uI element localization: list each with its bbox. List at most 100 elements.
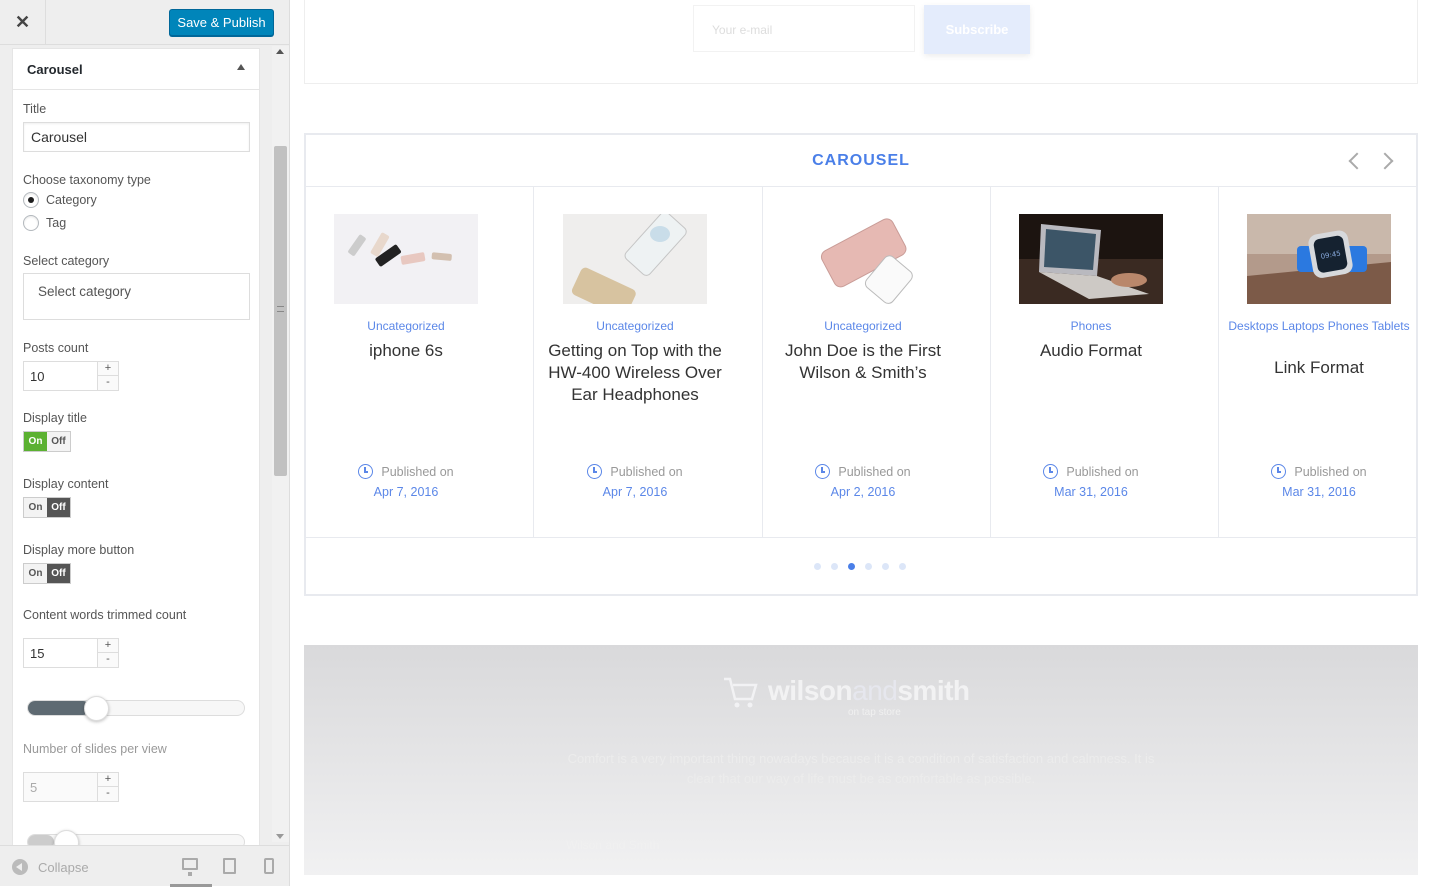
post-title-link[interactable]: Audio Format <box>1001 340 1181 362</box>
clock-icon <box>587 464 603 479</box>
display-title-label: Display title <box>23 411 87 425</box>
panel-scrollbar[interactable] <box>272 46 289 842</box>
post-title-link[interactable]: John Doe is the First Wilson & Smith’s <box>773 340 953 384</box>
panel-header: ✕ Save & Publish <box>0 0 289 45</box>
post-title-link[interactable]: Link Format <box>1229 357 1409 379</box>
toggle-on[interactable]: On <box>24 432 47 451</box>
tablet-icon[interactable] <box>223 858 236 874</box>
post-category-link[interactable]: Uncategorized <box>535 318 735 334</box>
save-publish-button[interactable]: Save & Publish <box>169 9 274 36</box>
published-date[interactable]: Apr 2, 2016 <box>831 485 896 499</box>
slides-per-view-value: 5 <box>30 780 38 795</box>
slider-fill <box>28 701 90 715</box>
post-date: Published on Mar 31, 2016 <box>991 462 1191 502</box>
title-label: Title <box>23 102 47 116</box>
clock-icon <box>358 464 374 479</box>
display-title-toggle[interactable]: On Off <box>23 431 71 452</box>
toggle-on[interactable]: On <box>24 564 47 583</box>
toggle-off[interactable]: Off <box>47 498 70 517</box>
subscribe-email-input[interactable]: Your e-mail <box>693 5 915 52</box>
pagination-dot[interactable] <box>814 563 821 570</box>
toggle-off[interactable]: Off <box>47 432 70 451</box>
published-label: Published on <box>1066 465 1139 479</box>
customizer-panel: ✕ Save & Publish Carousel Title Carousel… <box>0 0 290 887</box>
increment-button[interactable]: + <box>97 773 118 787</box>
scroll-grip-icon <box>277 306 284 312</box>
trim-count-slider[interactable] <box>27 696 245 721</box>
footer-tagline: on tap store <box>848 707 901 718</box>
post-category-link[interactable]: Uncategorized <box>306 318 506 334</box>
post-category-link[interactable]: Uncategorized <box>763 318 963 334</box>
post-thumbnail[interactable] <box>791 214 935 304</box>
post-title-link[interactable]: Getting on Top with the HW-400 Wireless … <box>545 340 725 406</box>
carousel-card[interactable]: 09:45 Desktops Laptops Phones Tablets Li… <box>1219 187 1433 537</box>
post-thumbnail[interactable] <box>334 214 478 304</box>
display-more-toggle[interactable]: On Off <box>23 563 71 584</box>
site-preview: Your e-mail Subscribe CAROUSEL Uncategor… <box>290 0 1433 886</box>
slides-per-view-stepper[interactable]: 5 + - <box>23 772 119 802</box>
pagination-dot[interactable] <box>831 563 838 570</box>
carousel-widget-form: Carousel Title Carousel Choose taxonomy … <box>12 48 260 886</box>
brand-mid: and <box>852 675 898 706</box>
decrement-button[interactable]: - <box>97 376 118 390</box>
mobile-icon[interactable] <box>264 858 274 874</box>
pagination-dot[interactable] <box>848 563 855 570</box>
pagination-dot[interactable] <box>899 563 906 570</box>
increment-button[interactable]: + <box>97 639 118 653</box>
brand-last: smith <box>897 675 970 706</box>
collapse-arrow-icon <box>12 859 28 875</box>
footer-logo[interactable]: wilsonandsmith <box>722 673 970 709</box>
post-category-link[interactable]: Desktops Laptops Phones Tablets <box>1219 318 1419 334</box>
collapse-arrow-icon[interactable] <box>237 64 245 70</box>
published-date[interactable]: Apr 7, 2016 <box>603 485 668 499</box>
carousel-card[interactable]: Uncategorized John Doe is the First Wils… <box>763 187 991 537</box>
published-date[interactable]: Mar 31, 2016 <box>1054 485 1128 499</box>
scroll-down-icon[interactable] <box>276 834 284 839</box>
carousel-card[interactable]: Uncategorized iphone 6s Published on Apr… <box>306 187 534 537</box>
carousel-card[interactable]: Uncategorized Getting on Top with the HW… <box>535 187 763 537</box>
widget-title: Carousel <box>27 62 83 77</box>
increment-button[interactable]: + <box>97 362 118 376</box>
post-category-link[interactable]: Phones <box>991 318 1191 334</box>
widget-header[interactable]: Carousel <box>13 49 259 90</box>
post-date: Published on Apr 7, 2016 <box>535 462 735 502</box>
trim-count-stepper[interactable]: 15 + - <box>23 638 119 668</box>
scroll-up-icon[interactable] <box>276 49 284 54</box>
pagination-dot[interactable] <box>882 563 889 570</box>
decrement-button[interactable]: - <box>97 787 118 801</box>
radio-tag[interactable] <box>23 215 39 231</box>
decrement-button[interactable]: - <box>97 653 118 667</box>
carousel-card[interactable]: Phones Audio Format Published on Mar 31,… <box>991 187 1219 537</box>
post-thumbnail[interactable] <box>1019 214 1163 304</box>
toggle-off[interactable]: Off <box>47 564 70 583</box>
pagination-dot[interactable] <box>865 563 872 570</box>
toggle-on[interactable]: On <box>24 498 47 517</box>
post-title-link[interactable]: iphone 6s <box>316 340 496 362</box>
radio-category[interactable] <box>23 192 39 208</box>
posts-count-stepper[interactable]: 10 + - <box>23 361 119 391</box>
slider-handle[interactable] <box>84 696 109 721</box>
subscribe-section: Your e-mail Subscribe <box>304 0 1418 84</box>
footer-description: Comfort is a very important thing nowada… <box>567 751 1155 786</box>
subscribe-button[interactable]: Subscribe <box>924 5 1030 54</box>
published-date[interactable]: Mar 31, 2016 <box>1282 485 1356 499</box>
post-thumbnail[interactable] <box>563 214 707 304</box>
taxonomy-option-category[interactable]: Category <box>23 192 97 208</box>
radio-tag-label: Tag <box>46 216 67 230</box>
clock-icon <box>1271 464 1287 479</box>
published-label: Published on <box>610 465 683 479</box>
desktop-icon[interactable] <box>182 858 198 876</box>
carousel-title: CAROUSEL <box>812 152 910 169</box>
display-content-toggle[interactable]: On Off <box>23 497 71 518</box>
close-button[interactable]: ✕ <box>0 0 46 44</box>
footer-copyright: Wilson and Smith <box>566 838 660 852</box>
collapse-button[interactable]: Collapse <box>12 859 89 875</box>
taxonomy-label: Choose taxonomy type <box>23 173 151 187</box>
cart-icon <box>724 677 758 708</box>
category-select[interactable]: Select category <box>23 273 250 320</box>
published-date[interactable]: Apr 7, 2016 <box>374 485 439 499</box>
published-label: Published on <box>838 465 911 479</box>
taxonomy-option-tag[interactable]: Tag <box>23 215 66 231</box>
post-thumbnail[interactable]: 09:45 <box>1247 214 1391 304</box>
title-input[interactable]: Carousel <box>23 122 250 152</box>
